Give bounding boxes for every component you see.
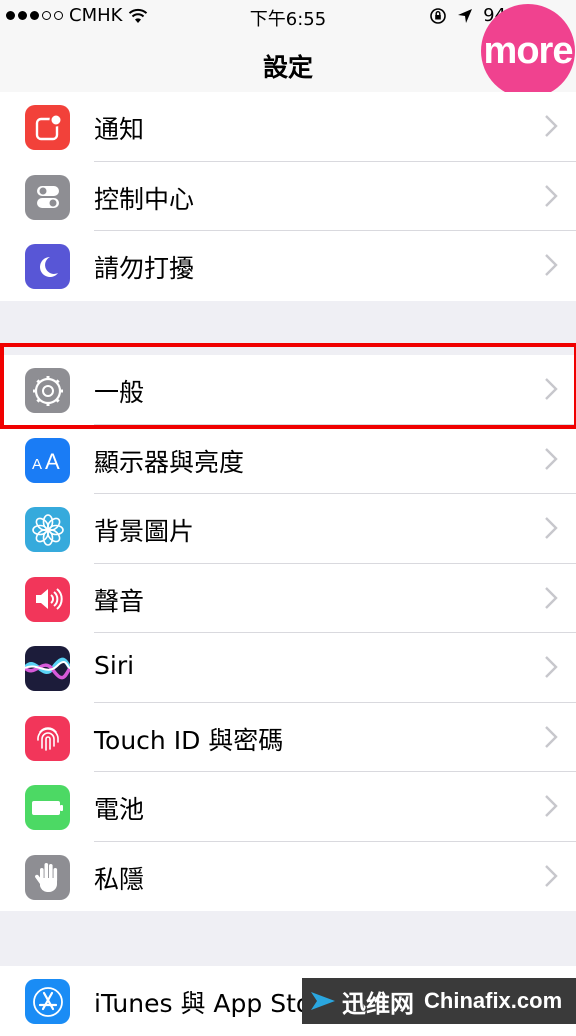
chinafix-watermark: 迅维网 Chinafix.com xyxy=(302,978,576,1024)
settings-row-label: 背景圖片 xyxy=(94,517,195,546)
settings-row-privacy[interactable]: 私隱 xyxy=(0,842,576,912)
chevron-right-icon xyxy=(545,447,558,470)
settings-row-label: 控制中心 xyxy=(94,184,195,214)
settings-row-general[interactable]: 一般 xyxy=(0,355,576,425)
settings-row-siri[interactable]: Siri xyxy=(0,633,576,703)
fingerprint-icon xyxy=(25,715,70,761)
settings-row-sounds[interactable]: 聲音 xyxy=(0,564,576,633)
wallpaper-flower-icon xyxy=(25,507,70,552)
display-aa-icon: A A xyxy=(25,437,70,483)
app-store-icon xyxy=(25,979,70,1024)
hand-privacy-icon xyxy=(25,854,70,900)
chevron-right-icon xyxy=(545,795,558,817)
settings-row-label: 電池 xyxy=(94,795,145,824)
settings-row-label: 顯示器與亮度 xyxy=(94,447,245,477)
settings-row-label: 通知 xyxy=(94,115,145,144)
settings-row-notifications[interactable]: 通知 xyxy=(0,92,576,162)
watermark-en-text: Chinafix.com xyxy=(424,988,563,1013)
watermark-cn-text: 迅维网 xyxy=(342,990,414,1018)
svg-text:A: A xyxy=(32,456,42,473)
orientation-lock-icon xyxy=(430,7,446,24)
chevron-right-icon xyxy=(545,656,558,678)
settings-row-label: Siri xyxy=(94,651,135,680)
settings-group-1: 通知 控制中心 請勿打擾 xyxy=(0,92,576,301)
settings-row-control-center[interactable]: 控制中心 xyxy=(0,162,576,231)
chevron-right-icon xyxy=(545,864,558,887)
settings-group-2: 一般 A A 顯示器與亮度 背景圖片 聲音 Siri Touch ID 與密碼 … xyxy=(0,355,576,911)
gear-icon xyxy=(25,368,70,413)
settings-row-label: Touch ID 與密碼 xyxy=(94,725,284,755)
chevron-right-icon xyxy=(545,725,558,748)
settings-row-label: 一般 xyxy=(94,378,145,407)
siri-icon xyxy=(25,646,70,691)
settings-row-wallpaper[interactable]: 背景圖片 xyxy=(0,494,576,564)
chevron-right-icon xyxy=(545,184,558,207)
settings-row-display-brightness[interactable]: A A 顯示器與亮度 xyxy=(0,425,576,494)
chevron-right-icon xyxy=(545,378,558,400)
battery-icon xyxy=(25,785,70,830)
settings-row-label: 請勿打擾 xyxy=(94,254,195,283)
settings-row-label: 私隱 xyxy=(94,864,145,894)
chevron-right-icon xyxy=(545,254,558,276)
speaker-icon xyxy=(25,576,70,622)
notifications-icon xyxy=(25,105,70,150)
settings-row-label: iTunes 與 App Store xyxy=(94,989,337,1018)
chevron-right-icon xyxy=(545,517,558,539)
more-logo-badge: more xyxy=(481,4,575,98)
svg-text:A: A xyxy=(45,449,60,474)
location-arrow-icon xyxy=(458,8,473,23)
chevron-right-icon xyxy=(545,586,558,609)
settings-row-label: 聲音 xyxy=(94,586,145,616)
chinafix-logo-icon xyxy=(311,992,335,1010)
settings-row-touch-id-passcode[interactable]: Touch ID 與密碼 xyxy=(0,703,576,772)
do-not-disturb-moon-icon xyxy=(25,244,70,289)
settings-row-battery[interactable]: 電池 xyxy=(0,772,576,842)
chevron-right-icon xyxy=(545,115,558,137)
control-center-icon xyxy=(25,174,70,220)
settings-row-do-not-disturb[interactable]: 請勿打擾 xyxy=(0,231,576,301)
